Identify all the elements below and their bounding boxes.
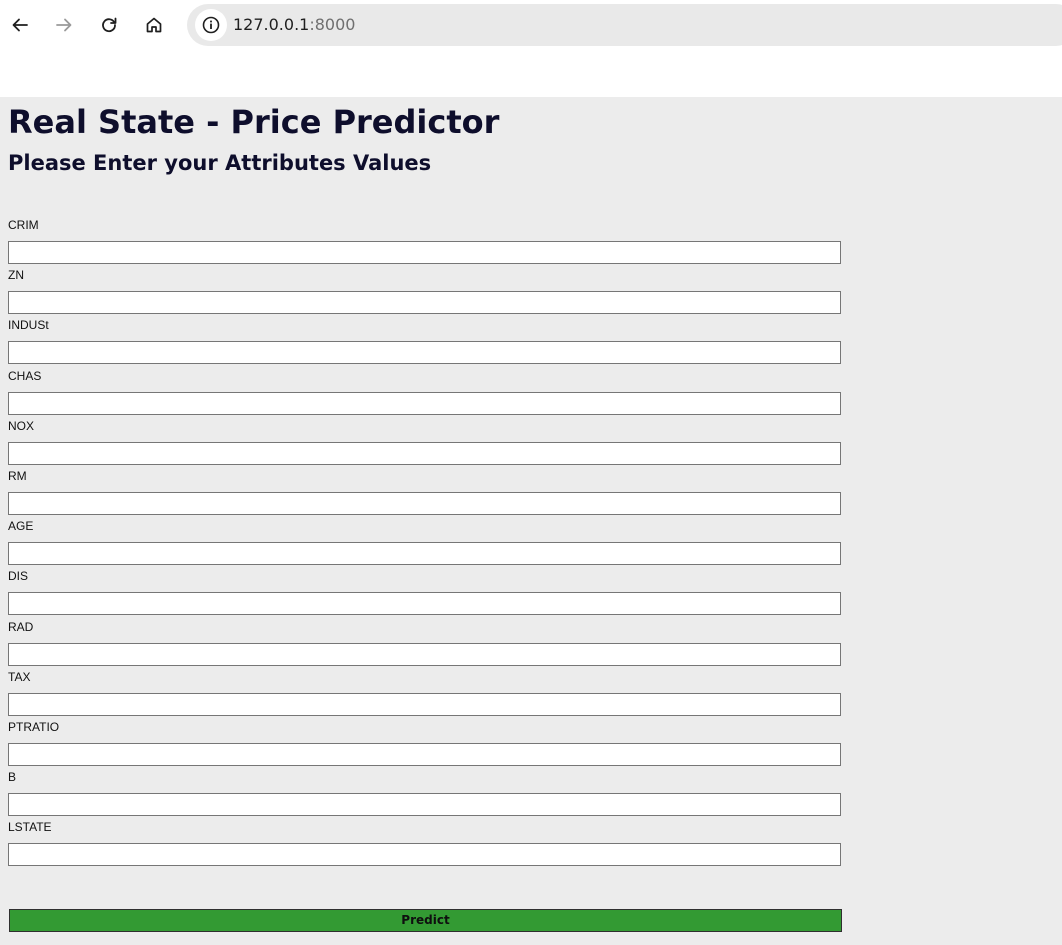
reload-button[interactable]	[93, 9, 125, 41]
field-label: NOX	[8, 418, 35, 433]
field-crim: CRIM	[8, 217, 842, 267]
page-subtitle: Please Enter your Attributes Values	[8, 151, 432, 175]
forward-button[interactable]	[48, 9, 80, 41]
lstate-input[interactable]	[8, 843, 841, 867]
zn-input[interactable]	[8, 291, 841, 315]
field-label: CRIM	[8, 218, 39, 232]
field-chas: CHAS	[8, 368, 842, 418]
field-label: AGE	[8, 519, 34, 534]
field-rad: RAD	[8, 619, 842, 669]
field-label: INDUSt	[8, 318, 49, 333]
rad-input[interactable]	[8, 642, 841, 666]
chas-input[interactable]	[8, 391, 841, 415]
field-zn: ZN	[8, 267, 842, 317]
crim-input[interactable]	[8, 241, 841, 264]
url-host: 127.0.0.1	[233, 15, 310, 34]
field-lstate: LSTATE	[8, 819, 842, 869]
prediction-form: CRIM ZN INDUSt CHAS NOX RM AGE DIS RAD T…	[8, 217, 842, 869]
field-rm: RM	[8, 468, 842, 518]
indus-input[interactable]	[8, 341, 841, 365]
field-dis: DIS	[8, 568, 842, 618]
field-label: B	[8, 770, 17, 785]
tax-input[interactable]	[8, 692, 841, 716]
field-label: RAD	[8, 619, 34, 634]
field-label: CHAS	[8, 368, 42, 383]
field-label: RM	[8, 468, 27, 483]
page-title: Real State - Price Predictor	[8, 103, 500, 141]
page-content: Real State - Price Predictor Please Ente…	[0, 97, 1062, 945]
field-label: TAX	[8, 669, 31, 684]
field-label: PTRATIO	[8, 719, 60, 734]
field-b: B	[8, 769, 842, 819]
arrow-right-icon	[56, 18, 72, 32]
field-age: AGE	[8, 518, 842, 568]
home-button[interactable]	[138, 9, 170, 41]
info-icon	[202, 16, 220, 34]
age-input[interactable]	[8, 542, 841, 566]
back-button[interactable]	[4, 9, 36, 41]
b-input[interactable]	[8, 793, 841, 817]
address-bar[interactable]: 127.0.0.1:8000	[187, 4, 1062, 46]
site-info-button[interactable]	[195, 9, 227, 41]
dis-input[interactable]	[8, 592, 841, 616]
rm-input[interactable]	[8, 491, 841, 515]
url-port: :8000	[309, 15, 356, 34]
arrow-left-icon	[12, 18, 28, 32]
reload-icon	[102, 17, 117, 33]
url-text[interactable]: 127.0.0.1:8000	[233, 15, 355, 35]
field-ptratio: PTRATIO	[8, 719, 842, 769]
predict-button[interactable]: Predict	[9, 909, 842, 932]
home-icon	[146, 17, 162, 33]
field-label: LSTATE	[8, 820, 52, 835]
ptratio-input[interactable]	[8, 742, 841, 766]
field-label: DIS	[8, 569, 29, 584]
field-indus: INDUSt	[8, 317, 842, 367]
field-nox: NOX	[8, 418, 842, 468]
field-tax: TAX	[8, 669, 842, 719]
nox-input[interactable]	[8, 441, 841, 465]
field-label: ZN	[8, 268, 24, 283]
browser-toolbar: 127.0.0.1:8000	[0, 0, 1062, 52]
